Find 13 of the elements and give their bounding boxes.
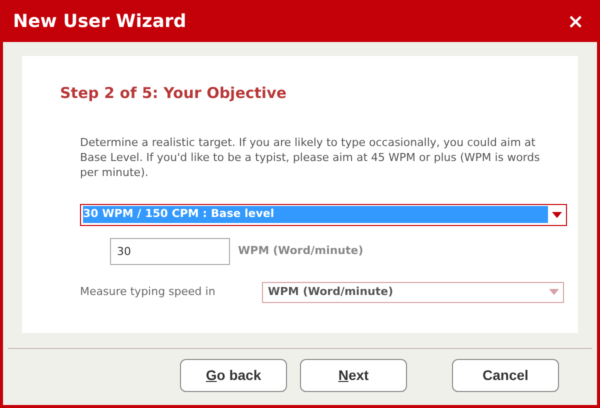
next-button[interactable]: Next (300, 359, 407, 392)
unit-label: WPM (Word/minute) (238, 242, 364, 259)
wpm-input-field[interactable]: 30 (110, 238, 230, 264)
step-title: Step 2 of 5: Your Objective (60, 83, 288, 104)
back-button[interactable]: Go back (180, 359, 287, 392)
close-button[interactable]: × (565, 11, 586, 31)
cancel-button[interactable]: Cancel (452, 359, 559, 392)
description-text: Determine a realistic target. If you are likely to type occasionally, you could aim at Base Level. If you'd like to be a typist, please aim at 45 WPM or plus (WPM is words per minute). (80, 134, 541, 180)
unit-dropdown[interactable]: WPM (Word/minute) (262, 282, 564, 302)
window-title: New User Wizard (13, 10, 186, 34)
measure-label: Measure typing speed in (80, 284, 216, 300)
caret-icon (552, 212, 562, 218)
caret-icon (549, 289, 559, 295)
